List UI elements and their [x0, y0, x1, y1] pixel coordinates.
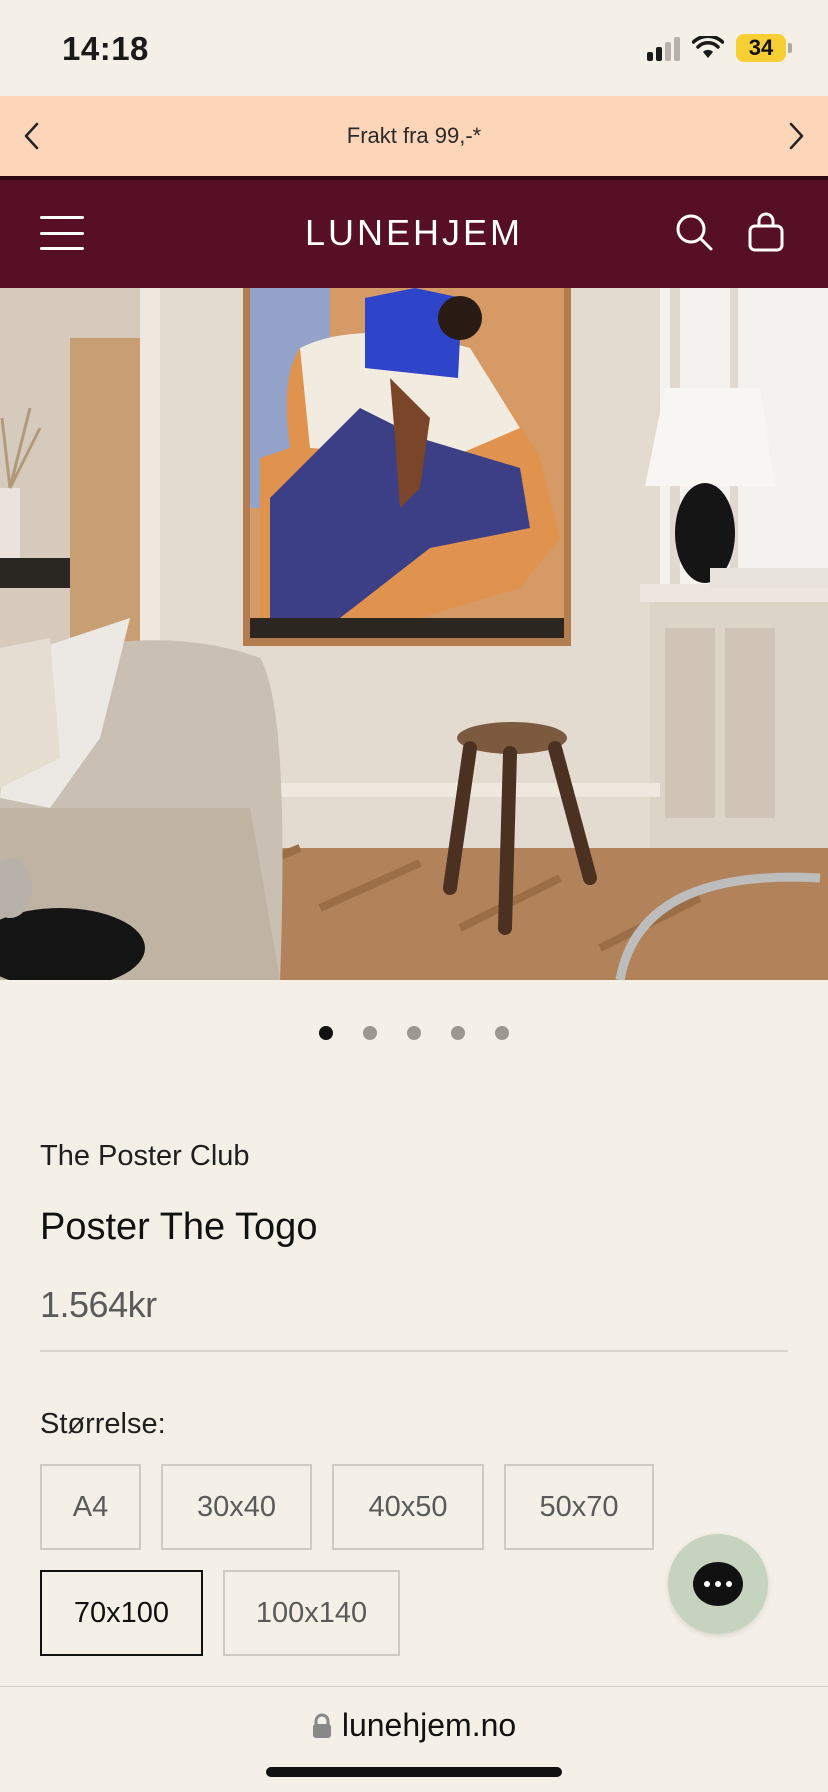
wifi-icon — [692, 36, 724, 58]
cellular-signal-icon — [647, 35, 680, 61]
gallery-dot[interactable] — [363, 1026, 377, 1040]
browser-address-bar[interactable]: lunehjem.no — [0, 1686, 828, 1792]
promo-prev-button[interactable] — [14, 118, 50, 154]
product-title: Poster The Togo — [40, 1206, 318, 1248]
chat-bubble-icon — [693, 1562, 743, 1606]
product-photo — [0, 288, 828, 980]
lock-icon — [312, 1713, 331, 1738]
product-image[interactable] — [0, 288, 828, 980]
divider — [40, 1350, 788, 1352]
size-option-100x140[interactable]: 100x140 — [223, 1570, 400, 1656]
shopping-bag-icon — [748, 212, 784, 252]
promo-text[interactable]: Frakt fra 99,-* — [347, 123, 481, 149]
gallery-dot[interactable] — [319, 1026, 333, 1040]
search-button[interactable] — [670, 208, 718, 256]
gallery-dot[interactable] — [407, 1026, 421, 1040]
chat-button[interactable] — [668, 1534, 768, 1634]
status-time: 14:18 — [62, 30, 149, 67]
home-indicator[interactable] — [266, 1767, 562, 1777]
url-display[interactable]: lunehjem.no — [0, 1707, 828, 1744]
url-text[interactable]: lunehjem.no — [342, 1707, 516, 1744]
gallery-dots — [0, 1026, 828, 1040]
product-vendor[interactable]: The Poster Club — [40, 1140, 250, 1173]
gallery-dot[interactable] — [451, 1026, 465, 1040]
chevron-left-icon — [24, 122, 39, 150]
size-label: Størrelse: — [40, 1408, 166, 1440]
battery-level: 34 — [736, 34, 786, 62]
chevron-right-icon — [789, 122, 804, 150]
size-option-50x70[interactable]: 50x70 — [504, 1464, 654, 1550]
size-option-40x50[interactable]: 40x50 — [332, 1464, 484, 1550]
status-indicators: 34 — [647, 34, 792, 62]
gallery-dot[interactable] — [495, 1026, 509, 1040]
status-bar: 14:18 34 — [0, 0, 828, 96]
search-icon — [676, 214, 713, 251]
promo-next-button[interactable] — [778, 118, 814, 154]
site-header: LUNEHJEM — [0, 176, 828, 288]
cart-button[interactable] — [742, 208, 790, 256]
promo-bar: Frakt fra 99,-* — [0, 96, 828, 176]
size-option-a4[interactable]: A4 — [40, 1464, 141, 1550]
size-option-70x100[interactable]: 70x100 — [40, 1570, 203, 1656]
product-price: 1.564kr — [40, 1284, 157, 1325]
size-option-30x40[interactable]: 30x40 — [161, 1464, 312, 1550]
battery-icon: 34 — [736, 34, 792, 62]
